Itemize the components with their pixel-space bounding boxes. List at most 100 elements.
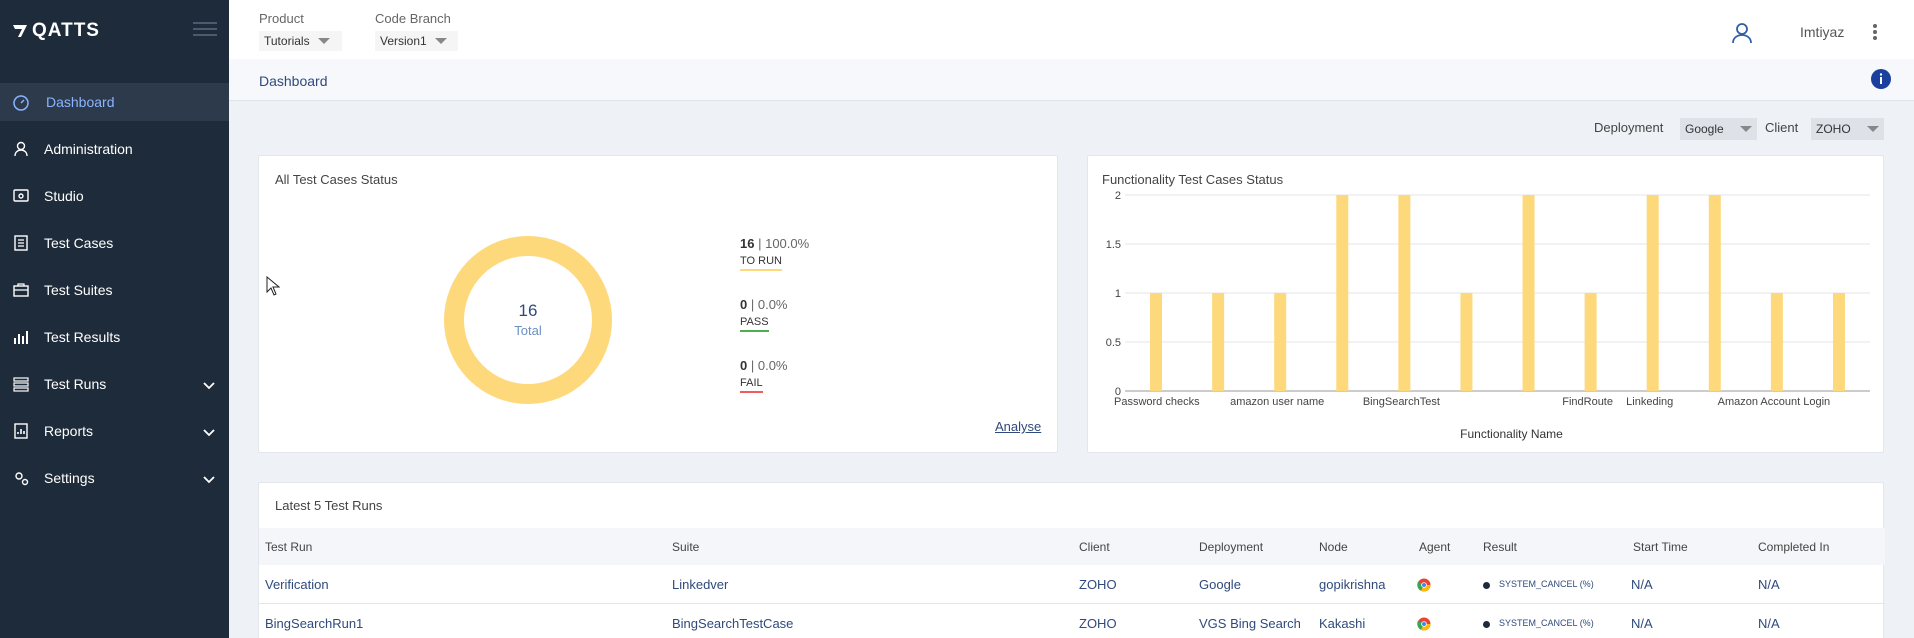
branch-value: Version1 (380, 34, 427, 48)
x-tick-label: Linkeding (1626, 396, 1673, 408)
mouse-cursor-icon (266, 275, 281, 301)
col-node[interactable]: Node (1319, 540, 1348, 554)
col-completed-in[interactable]: Completed In (1758, 540, 1829, 554)
user-name[interactable]: Imtiyaz (1800, 24, 1844, 40)
chrome-icon (1417, 617, 1431, 636)
bar[interactable] (1646, 195, 1659, 391)
analyse-link[interactable]: Analyse (995, 419, 1041, 434)
cell-client: ZOHO (1079, 577, 1117, 592)
gear-icon (11, 468, 31, 488)
chevron-down-icon (203, 471, 215, 487)
to-run-count: 16 (740, 236, 755, 251)
user-icon (11, 139, 31, 159)
sidebar-item-test-runs[interactable]: Test Runs (0, 365, 229, 403)
caret-down-icon (1867, 126, 1879, 132)
sidebar-item-label: Settings (44, 470, 95, 486)
cell-result: SYSTEM_CANCEL (%) (1499, 618, 1594, 628)
sidebar-item-test-suites[interactable]: Test Suites (0, 271, 229, 309)
sidebar-item-studio[interactable]: Studio (0, 177, 229, 215)
sidebar-item-test-cases[interactable]: Test Cases (0, 224, 229, 262)
deployment-value: Google (1685, 122, 1724, 136)
status-dot (1483, 582, 1490, 589)
cell-test-run[interactable]: BingSearchRun1 (265, 616, 363, 631)
branch-label: Code Branch (375, 11, 451, 26)
bar[interactable] (1708, 195, 1721, 391)
briefcase-icon (11, 280, 31, 300)
sidebar-item-label: Test Suites (44, 282, 113, 298)
table-row[interactable]: Verification Linkedver ZOHO Google gopik… (259, 565, 1885, 604)
product-label: Product (259, 11, 304, 26)
deployment-select[interactable]: Google (1680, 118, 1757, 140)
cell-start-time: N/A (1631, 577, 1653, 592)
product-select[interactable]: Tutorials (259, 31, 342, 51)
menu-toggle-icon[interactable] (193, 22, 217, 40)
sidebar-item-label: Administration (44, 141, 133, 157)
product-value: Tutorials (264, 34, 310, 48)
sidebar-item-label: Reports (44, 423, 94, 439)
col-suite[interactable]: Suite (672, 540, 699, 554)
functionality-bar-chart: 00.511.52Password checks amazon user name… (1106, 190, 1870, 408)
dashboard-icon (11, 92, 31, 112)
col-deployment[interactable]: Deployment (1199, 540, 1263, 554)
bar[interactable] (1522, 195, 1535, 391)
col-agent[interactable]: Agent (1419, 540, 1450, 554)
more-vertical-icon[interactable] (1872, 23, 1878, 46)
col-test-run[interactable]: Test Run (265, 540, 312, 554)
bar[interactable] (1212, 293, 1225, 391)
cell-deployment: VGS Bing Search (1199, 616, 1301, 631)
deployment-label: Deployment (1594, 120, 1664, 135)
bar[interactable] (1770, 293, 1783, 391)
cell-test-run[interactable]: Verification (265, 577, 329, 592)
bar[interactable] (1584, 293, 1597, 391)
bar[interactable] (1398, 195, 1411, 391)
bar[interactable] (1336, 195, 1349, 391)
x-tick-label: FindRoute (1562, 396, 1613, 408)
pass-pct: | 0.0% (750, 297, 788, 312)
functionality-status-card: Functionality Test Cases Status 0 0.5 1 1.5… (1087, 155, 1884, 453)
sidebar-item-label: Test Cases (44, 235, 114, 251)
sidebar-item-reports[interactable]: Reports (0, 412, 229, 450)
bar[interactable] (1460, 293, 1473, 391)
bar[interactable] (1274, 293, 1287, 391)
legend-pass: 0 | 0.0% PASS (740, 297, 787, 332)
sidebar-item-administration[interactable]: Administration (0, 130, 229, 168)
chevron-down-icon (203, 377, 215, 393)
client-select[interactable]: ZOHO (1811, 118, 1884, 140)
branch-select[interactable]: Version1 (375, 31, 458, 51)
chevron-down-icon (203, 424, 215, 440)
sidebar-item-label: Studio (44, 188, 84, 204)
report-icon (11, 421, 31, 441)
y-tick-label: 2 (1115, 190, 1121, 202)
chrome-icon (1417, 578, 1431, 597)
info-icon[interactable] (1871, 69, 1891, 94)
bar[interactable] (1832, 293, 1845, 391)
table-row[interactable]: BingSearchRun1 BingSearchTestCase ZOHO V… (259, 604, 1885, 638)
top-bar: Product Tutorials Code Branch Version1 I… (229, 0, 1914, 59)
y-tick-label: 0.5 (1106, 337, 1121, 349)
user-icon[interactable] (1732, 22, 1752, 49)
x-tick-label: Password checks (1114, 396, 1200, 408)
sidebar-item-test-results[interactable]: Test Results (0, 318, 229, 356)
client-value: ZOHO (1816, 122, 1851, 136)
sidebar-item-label: Test Results (44, 329, 121, 345)
pass-count: 0 (740, 297, 748, 312)
app-logo[interactable]: QATTS (12, 20, 100, 42)
breadcrumb-bar: Dashboard (229, 59, 1914, 101)
list-icon (11, 374, 31, 394)
donut-total-value: 16 (518, 301, 538, 320)
cell-node: gopikrishna (1319, 577, 1386, 592)
to-run-label: TO RUN (740, 255, 782, 271)
cell-completed-in: N/A (1758, 577, 1780, 592)
bar[interactable] (1150, 293, 1163, 391)
document-icon (11, 233, 31, 253)
sidebar: QATTS Dashboard Administration Studio Te… (0, 0, 229, 638)
col-result[interactable]: Result (1483, 540, 1517, 554)
x-tick-label: BingSearchTest (1363, 396, 1440, 408)
fail-label: FAIL (740, 377, 763, 393)
col-start-time[interactable]: Start Time (1633, 540, 1688, 554)
sidebar-item-settings[interactable]: Settings (0, 459, 229, 497)
sidebar-item-dashboard[interactable]: Dashboard (0, 83, 229, 121)
logo-text: QATTS (32, 20, 100, 41)
col-client[interactable]: Client (1079, 540, 1110, 554)
caret-down-icon (434, 38, 447, 44)
